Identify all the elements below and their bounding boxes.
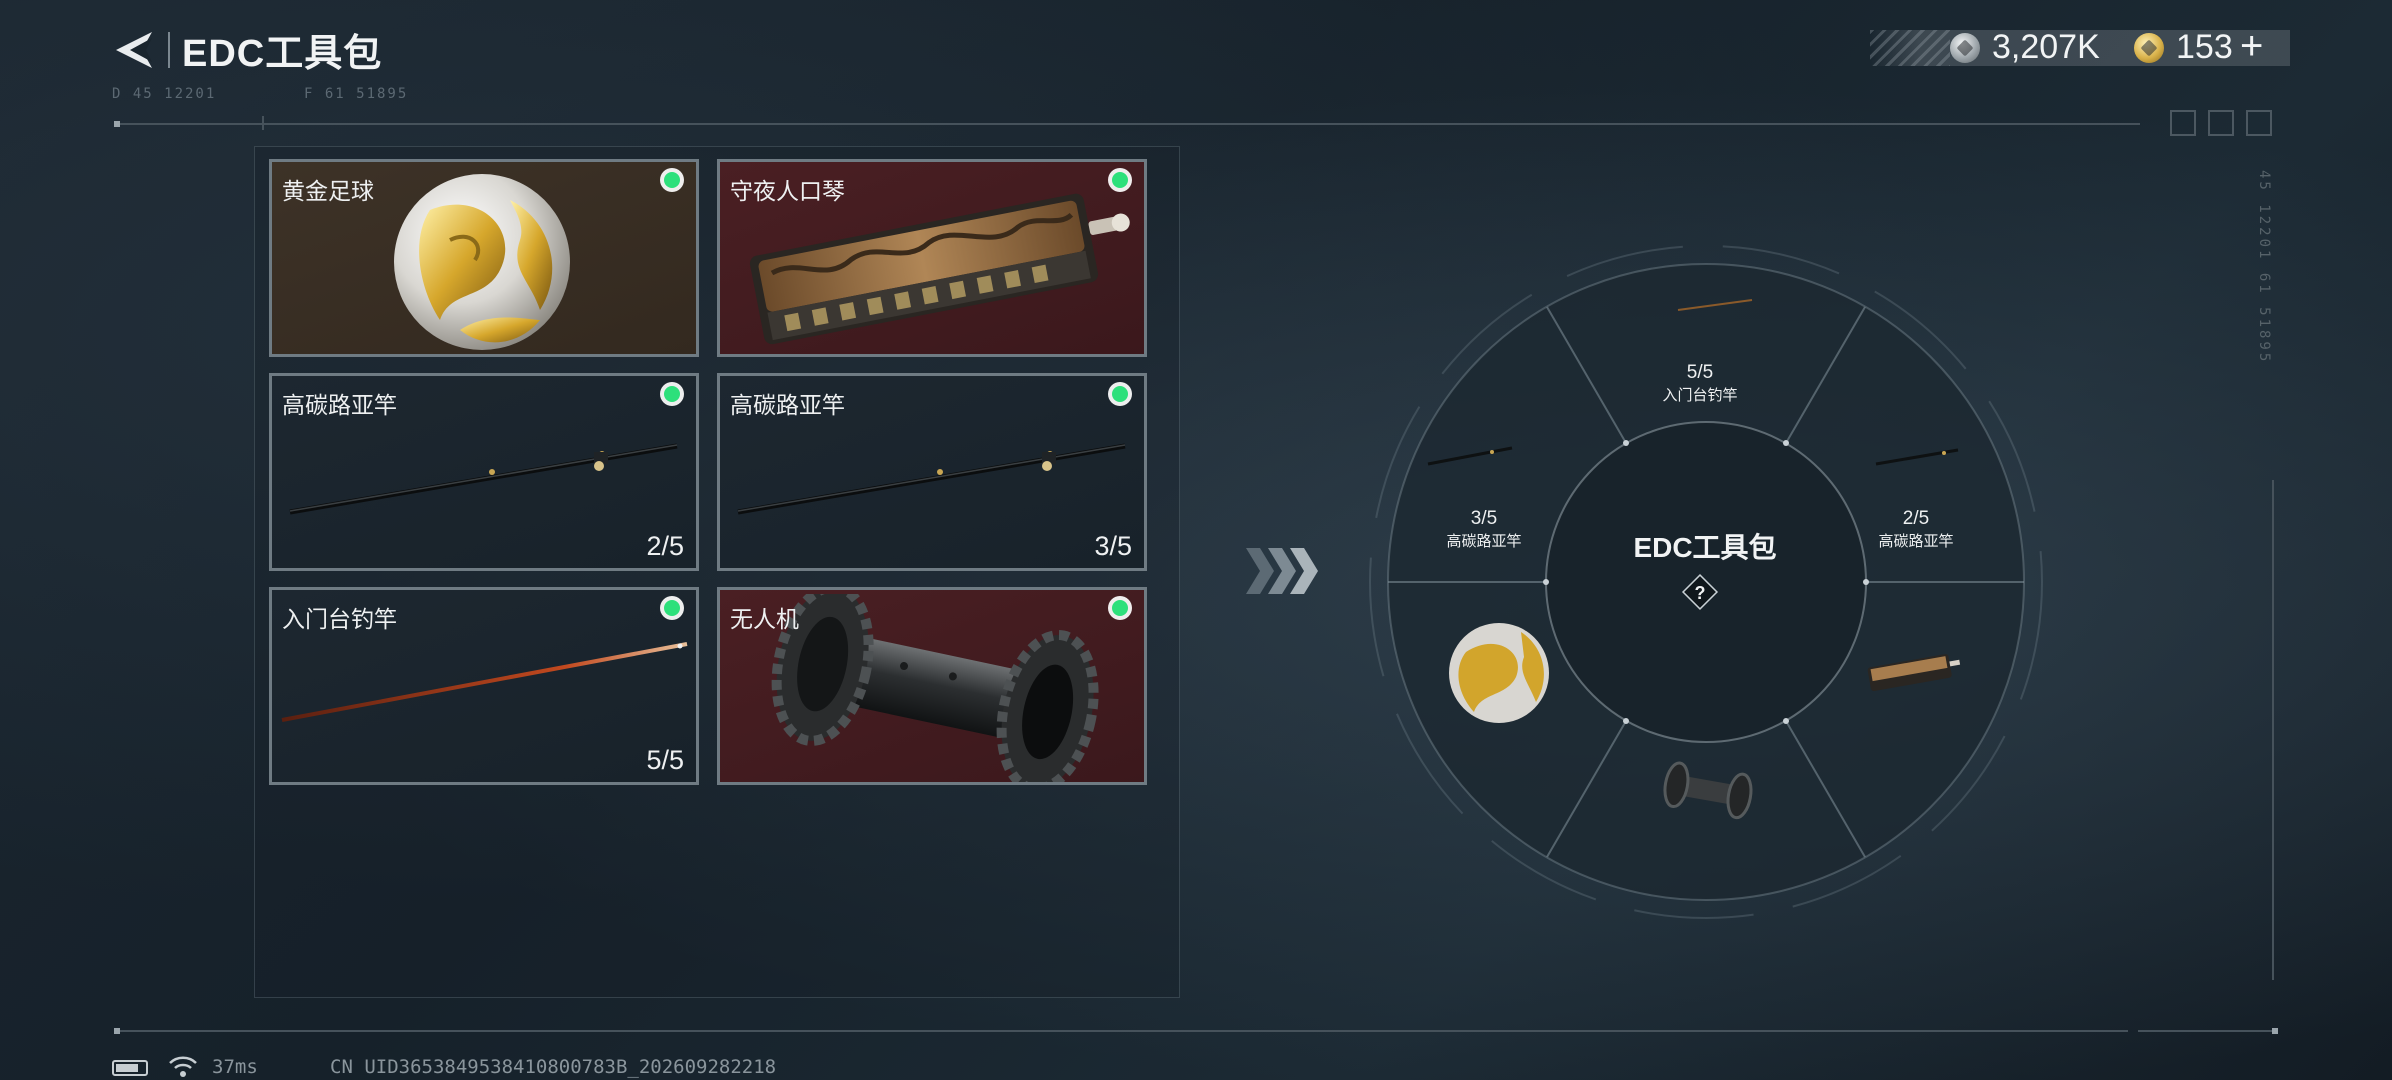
slot-progress: 2/5 [1902, 508, 1930, 529]
wheel-center-title: EDC工具包 [1633, 532, 1777, 563]
gold-currency-value: 153 [2176, 28, 2233, 66]
item-name: 高碳路亚竿 [282, 392, 397, 418]
item-progress: 3/5 [1094, 531, 1132, 561]
item-card-drone[interactable]: 无人机 [717, 587, 1147, 785]
status-dot [664, 600, 680, 616]
item-name: 黄金足球 [282, 178, 374, 204]
status-dot [1112, 172, 1128, 188]
golden-football-image [394, 174, 570, 350]
gold-coin-icon [2134, 33, 2164, 63]
item-name: 守夜人口琴 [730, 178, 845, 204]
add-currency-button[interactable]: + [2240, 26, 2263, 66]
header-code-left: D 45 12201 [112, 86, 217, 102]
slot-progress: 3/5 [1470, 508, 1498, 529]
carbon-rod-image [737, 443, 1126, 515]
frame-icon [2246, 110, 2272, 136]
page-title: EDC工具包 [182, 33, 383, 75]
side-code: 45 12201 61 51895 [2256, 170, 2272, 365]
footer-rule [118, 1030, 2128, 1032]
corner-decoration [2170, 110, 2280, 140]
rule-tick [262, 116, 264, 130]
help-glyph: ? [1695, 583, 1706, 603]
frame-icon [2208, 110, 2234, 136]
currency-hatch [1870, 30, 1950, 66]
footer-rule-end [2138, 1030, 2278, 1032]
rule-dot [114, 121, 120, 127]
help-icon[interactable]: ? [1680, 572, 1720, 612]
side-rule [2272, 480, 2274, 980]
wheel-slot-right[interactable]: 2/5 高碳路亚竿 [1846, 508, 1986, 551]
inventory-panel: 黄金足球 守夜人口琴 高碳路亚竿 2/5 高碳路亚竿 3/5 入门台钓竿 5/5… [254, 146, 1180, 998]
item-card-entry-rod[interactable]: 入门台钓竿 5/5 [269, 587, 699, 785]
item-card-golden-football[interactable]: 黄金足球 [269, 159, 699, 357]
status-dot [1112, 386, 1128, 402]
slot-name: 入门台钓竿 [1662, 387, 1738, 404]
wheel-slot-top[interactable]: 5/5 入门台钓竿 [1630, 362, 1770, 405]
silver-coin-icon [1950, 33, 1980, 63]
status-dot [664, 386, 680, 402]
battery-icon [112, 1060, 148, 1076]
ping-value: 37ms [212, 1056, 258, 1078]
item-card-carbon-rod[interactable]: 高碳路亚竿 3/5 [717, 373, 1147, 571]
wheel-slot-left[interactable]: 3/5 高碳路亚竿 [1414, 508, 1554, 551]
item-card-carbon-rod[interactable]: 高碳路亚竿 2/5 [269, 373, 699, 571]
slot-name: 高碳路亚竿 [1446, 533, 1522, 550]
drone-image [771, 594, 1099, 782]
header-divider [168, 32, 170, 68]
header-rule [118, 123, 2140, 125]
slot-name: 高碳路亚竿 [1878, 533, 1954, 550]
slot-progress: 5/5 [1686, 362, 1714, 383]
wifi-icon [169, 1056, 197, 1077]
silver-currency-value: 3,207K [1992, 28, 2100, 66]
user-uid: CN UID3653849538410800783B_202609282218 [330, 1056, 777, 1078]
status-dot [1112, 600, 1128, 616]
entry-rod-image [281, 642, 688, 722]
rule-dot [114, 1028, 120, 1034]
frame-icon [2170, 110, 2196, 136]
item-card-harmonica[interactable]: 守夜人口琴 [717, 159, 1147, 357]
item-name: 高碳路亚竿 [730, 392, 845, 418]
header-code-right: F 61 51895 [304, 86, 409, 102]
back-arrow-icon[interactable] [112, 28, 156, 72]
item-name: 无人机 [730, 606, 799, 632]
item-progress: 5/5 [646, 745, 684, 775]
chevrons-right-icon [1246, 548, 1318, 594]
rule-dot [2272, 1028, 2278, 1034]
carbon-rod-image [289, 443, 678, 515]
harmonica-image [749, 193, 1130, 345]
football-thumbnail [1449, 623, 1549, 723]
item-name: 入门台钓竿 [282, 606, 397, 632]
item-progress: 2/5 [646, 531, 684, 561]
status-dot [664, 172, 680, 188]
